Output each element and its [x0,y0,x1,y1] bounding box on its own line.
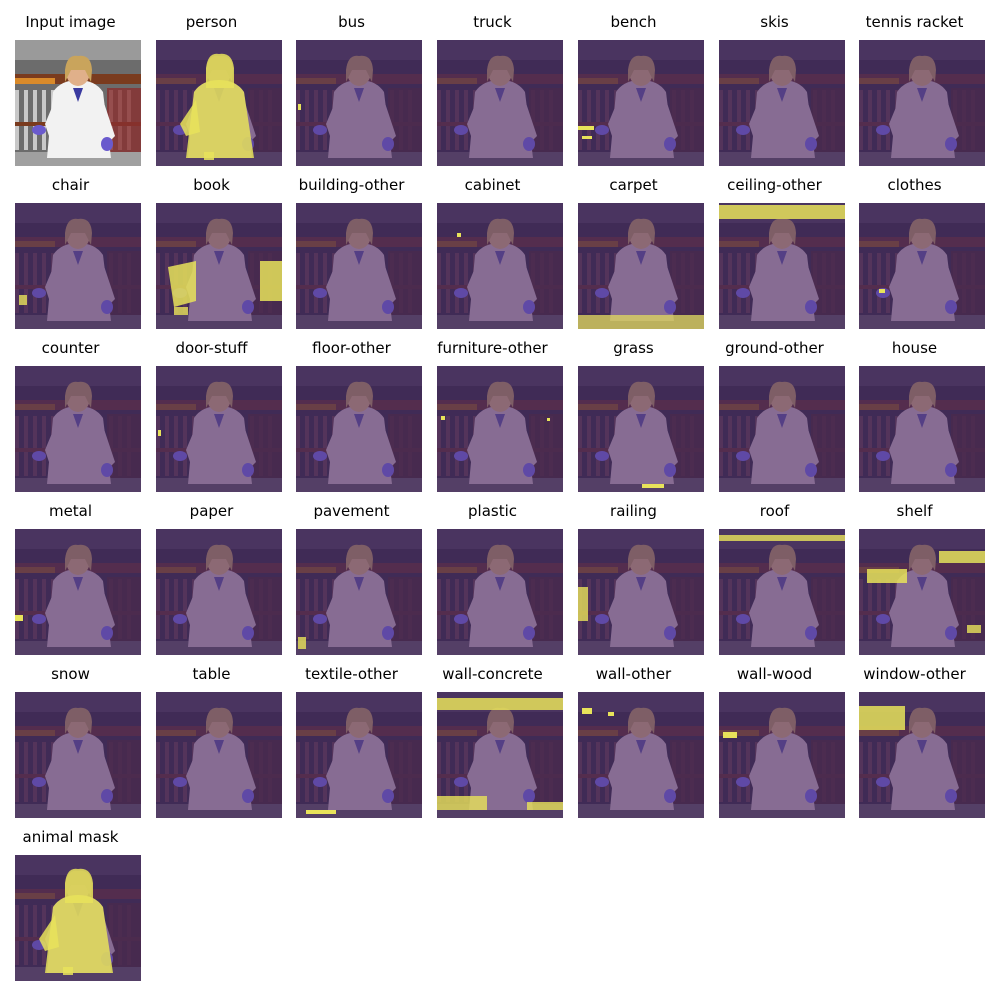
mask-overlay-image [156,692,282,818]
mask-overlay-image [15,203,141,329]
panel-wall-concrete: wall-concrete [422,656,563,818]
panel-clothes: clothes [844,167,985,329]
panel-pavement: pavement [281,493,422,655]
mask-overlay-image [719,366,845,492]
mask-overlay-image [859,366,985,492]
panel-title: animal mask [22,828,119,846]
mask-overlay-image [578,529,704,655]
mask-overlay-image [578,692,704,818]
panel-tennis-racket: tennis racket [844,4,985,166]
mask-overlay-image [15,855,141,981]
panel-plastic: plastic [422,493,563,655]
panel-chair: chair [0,167,141,329]
mask-overlay-image [296,366,422,492]
panel-input-image: Input image [0,4,141,166]
panel-railing: railing [563,493,704,655]
mask-overlay-image [296,692,422,818]
mask-overlay-image [15,529,141,655]
panel-animal-mask: animal mask [0,819,141,981]
panel-house: house [844,330,985,492]
panel-bus: bus [281,4,422,166]
mask-overlay-image [719,203,845,329]
panel-title: house [891,339,938,357]
panel-bench: bench [563,4,704,166]
panel-building-other: building-other [281,167,422,329]
mask-overlay-image [719,40,845,166]
mask-overlay-image [578,366,704,492]
mask-overlay-image [296,203,422,329]
mask-overlay-image [719,692,845,818]
panel-wall-other: wall-other [563,656,704,818]
panel-title: window-other [863,665,966,683]
mask-overlay-image [15,692,141,818]
mask-overlay-image [719,529,845,655]
mask-overlay-image [296,529,422,655]
mask-overlay-image [859,203,985,329]
mask-overlay-image [156,529,282,655]
mask-overlay-image [156,203,282,329]
mask-overlay-image [437,529,563,655]
mask-overlay-image [156,366,282,492]
mask-overlay-image [578,40,704,166]
panel-snow: snow [0,656,141,818]
panel-window-other: window-other [844,656,985,818]
mask-overlay-image [15,366,141,492]
panel-grass: grass [563,330,704,492]
panel-textile-other: textile-other [281,656,422,818]
panel-floor-other: floor-other [281,330,422,492]
mask-overlay-image [437,40,563,166]
panel-cabinet: cabinet [422,167,563,329]
mask-overlay-image [859,692,985,818]
mask-overlay-image [437,692,563,818]
mask-overlay-image [437,203,563,329]
panel-counter: counter [0,330,141,492]
panel-metal: metal [0,493,141,655]
mask-overlay-image [437,366,563,492]
mask-overlay-image [578,203,704,329]
panel-shelf: shelf [844,493,985,655]
panel-title: tennis racket [865,13,964,31]
panel-truck: truck [422,4,563,166]
mask-overlay-image [156,40,282,166]
panel-furniture-other: furniture-other [422,330,563,492]
panel-title: clothes [887,176,942,194]
panel-title: shelf [896,502,933,520]
mask-overlay-image [859,40,985,166]
mask-overlay-image [296,40,422,166]
input-image [15,40,141,166]
mask-overlay-image [859,529,985,655]
panel-carpet: carpet [563,167,704,329]
segmentation-grid: Input image person bus truck bench skis tenni… [0,0,1000,1000]
